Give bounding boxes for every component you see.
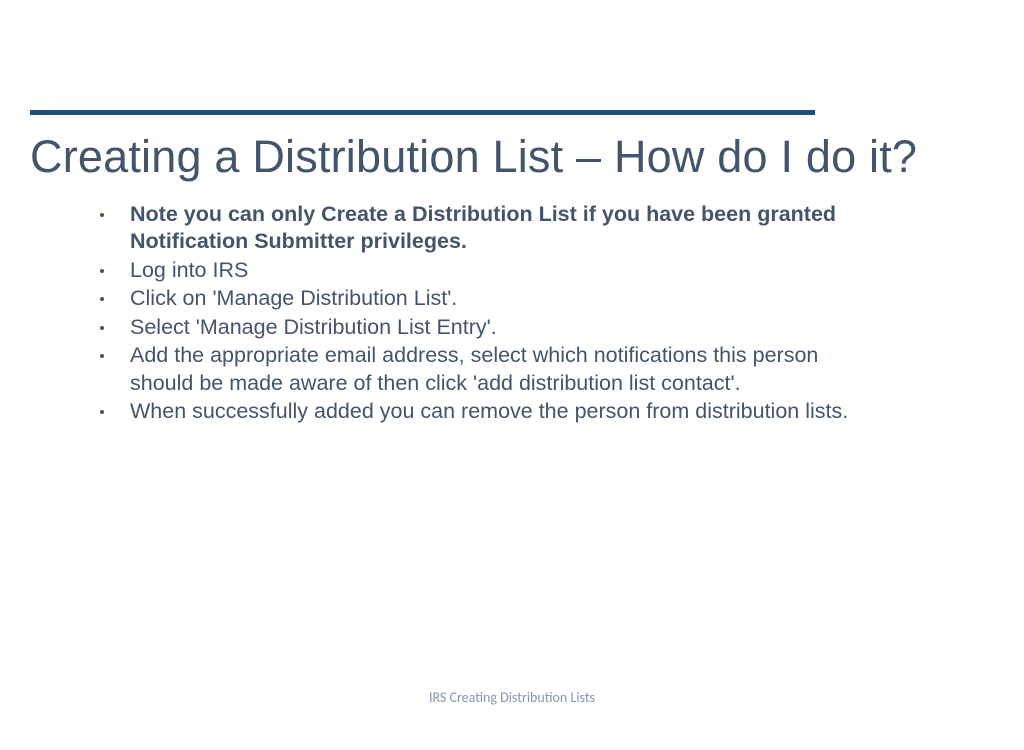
slide-footer: IRS Creating Distribution Lists <box>0 689 1024 706</box>
slide-title: Creating a Distribution List – How do I … <box>30 131 994 183</box>
bullet-list: Note you can only Create a Distribution … <box>30 201 994 426</box>
slide-container: Creating a Distribution List – How do I … <box>0 110 1024 750</box>
list-item-text: Select 'Manage Distribution List Entry'. <box>130 315 497 339</box>
list-item: Select 'Manage Distribution List Entry'. <box>100 314 854 342</box>
list-item: When successfully added you can remove t… <box>100 398 854 426</box>
list-item: Click on 'Manage Distribution List'. <box>100 285 854 313</box>
title-divider <box>30 110 815 115</box>
list-item-text: Note you can only Create a Distribution … <box>130 202 836 254</box>
list-item: Add the appropriate email address, selec… <box>100 342 854 397</box>
list-item-text: Log into IRS <box>130 258 248 282</box>
list-item: Note you can only Create a Distribution … <box>100 201 854 256</box>
list-item-text: Click on 'Manage Distribution List'. <box>130 286 457 310</box>
list-item: Log into IRS <box>100 257 854 285</box>
list-item-text: When successfully added you can remove t… <box>130 399 848 423</box>
list-item-text: Add the appropriate email address, selec… <box>130 343 818 395</box>
